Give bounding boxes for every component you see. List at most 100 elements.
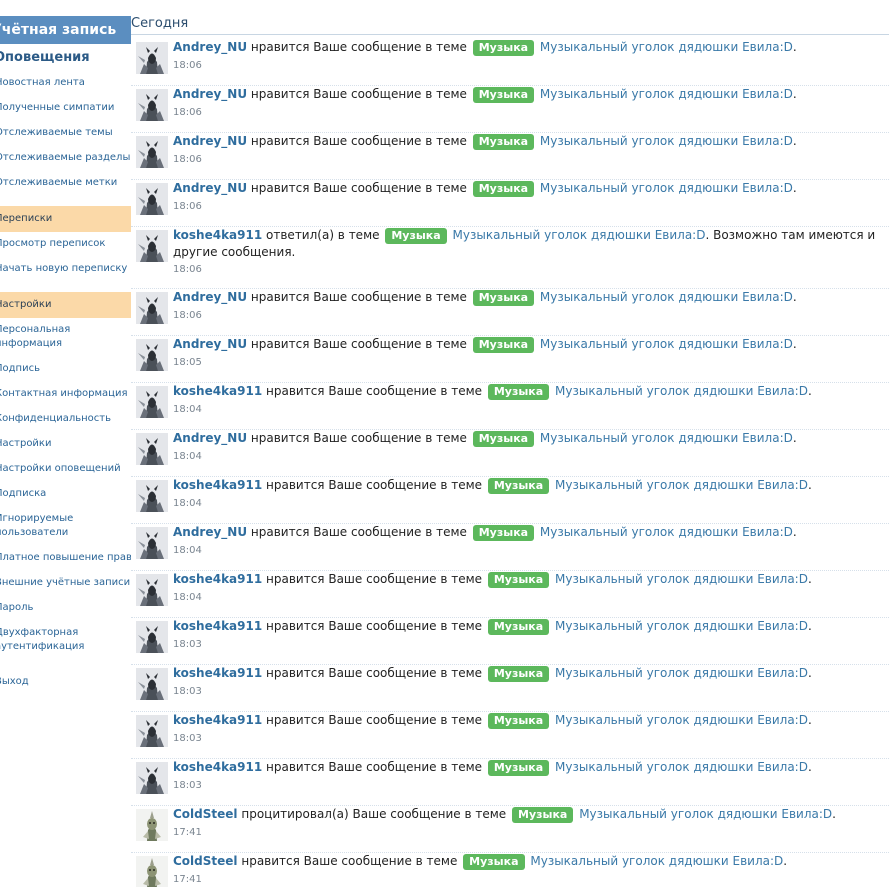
alert-username[interactable]: Andrey_NU [173, 87, 247, 101]
knight-avatar[interactable] [136, 386, 168, 418]
thread-prefix-badge[interactable]: Музыка [463, 854, 525, 870]
sidebar-item-privacy[interactable]: Конфиденциальность [0, 412, 131, 426]
knight-avatar[interactable] [136, 89, 168, 121]
sidebar-item-news-feed[interactable]: Новостная лента [0, 76, 131, 90]
knight-avatar[interactable] [136, 339, 168, 371]
thread-title-link[interactable]: Музыкальный уголок дядюшки Евила:D [530, 854, 783, 868]
sidebar-item-start-conversation[interactable]: Начать новую переписку [0, 262, 131, 276]
thread-title-link[interactable]: Музыкальный уголок дядюшки Евила:D [540, 181, 793, 195]
thread-title-link[interactable]: Музыкальный уголок дядюшки Евила:D [555, 384, 808, 398]
thread-title-link[interactable]: Музыкальный уголок дядюшки Евила:D [453, 228, 706, 242]
alert-username[interactable]: Andrey_NU [173, 181, 247, 195]
sidebar-item-paid-upgrades[interactable]: Платное повышение прав [0, 551, 131, 565]
thread-title-link[interactable]: Музыкальный уголок дядюшки Евила:D [540, 525, 793, 539]
thread-title-link[interactable]: Музыкальный уголок дядюшки Евила:D [555, 572, 808, 586]
sidebar-item-watched-forums[interactable]: Отслеживаемые разделы [0, 151, 131, 165]
alert-text: koshe4ka911 нравится Ваше сообщение в те… [173, 618, 879, 651]
thread-prefix-badge[interactable]: Музыка [487, 384, 550, 400]
knight-avatar[interactable] [136, 480, 168, 512]
alert-username[interactable]: Andrey_NU [173, 525, 247, 539]
thread-prefix-badge[interactable]: Музыка [472, 134, 535, 150]
thread-prefix-badge[interactable]: Музыка [472, 431, 535, 447]
sidebar-item-contact-info[interactable]: Контактная информация [0, 387, 131, 401]
alert-username[interactable]: Andrey_NU [173, 40, 247, 54]
thread-title-link[interactable]: Музыкальный уголок дядюшки Евила:D [540, 290, 793, 304]
thread-title-link[interactable]: Музыкальный уголок дядюшки Евила:D [540, 431, 793, 445]
thread-prefix-badge[interactable]: Музыка [512, 807, 574, 823]
alert-username[interactable]: koshe4ka911 [173, 713, 262, 727]
knight-avatar[interactable] [136, 574, 168, 606]
sidebar-item-subscription[interactable]: Подписка [0, 487, 131, 501]
thread-prefix-badge[interactable]: Музыка [472, 87, 535, 103]
alert-item: Andrey_NU нравится Ваше сообщение в теме… [131, 335, 889, 383]
creature-avatar[interactable] [136, 809, 168, 841]
sidebar-item-signature[interactable]: Подпись [0, 362, 131, 376]
alert-username[interactable]: Andrey_NU [173, 337, 247, 351]
knight-avatar[interactable] [136, 668, 168, 700]
sidebar-item-ignored-users[interactable]: Игнорируемые пользователи [0, 512, 131, 540]
thread-prefix-badge[interactable]: Музыка [385, 228, 447, 244]
knight-avatar[interactable] [136, 762, 168, 794]
knight-avatar[interactable] [136, 230, 168, 262]
alert-username[interactable]: ColdSteel [173, 807, 238, 821]
sidebar-item-two-step[interactable]: Двухфакторная аутентификация [0, 626, 131, 654]
knight-avatar[interactable] [136, 183, 168, 215]
thread-prefix-badge[interactable]: Музыка [487, 760, 550, 776]
thread-title-link[interactable]: Музыкальный уголок дядюшки Евила:D [540, 40, 793, 54]
thread-title-link[interactable]: Музыкальный уголок дядюшки Евила:D [555, 713, 808, 727]
alert-username[interactable]: koshe4ka911 [173, 666, 262, 680]
alert-username[interactable]: ColdSteel [173, 854, 238, 868]
alert-username[interactable]: Andrey_NU [173, 290, 247, 304]
knight-avatar[interactable] [136, 136, 168, 168]
sidebar-item-watched-threads[interactable]: Отслеживаемые темы [0, 126, 131, 140]
alert-username[interactable]: Andrey_NU [173, 134, 247, 148]
alert-username[interactable]: koshe4ka911 [173, 228, 262, 242]
sidebar-item-watched-tags[interactable]: Отслеживаемые метки [0, 176, 131, 190]
knight-avatar[interactable] [136, 292, 168, 324]
thread-prefix-badge[interactable]: Музыка [487, 713, 550, 729]
thread-title-link[interactable]: Музыкальный уголок дядюшки Евила:D [540, 87, 793, 101]
thread-prefix-badge[interactable]: Музыка [487, 572, 550, 588]
alert-username[interactable]: koshe4ka911 [173, 572, 262, 586]
knight-avatar[interactable] [136, 715, 168, 747]
thread-prefix-badge[interactable]: Музыка [472, 337, 535, 353]
thread-prefix-badge[interactable]: Музыка [472, 525, 535, 541]
thread-prefix-badge[interactable]: Музыка [472, 181, 535, 197]
knight-avatar[interactable] [136, 433, 168, 465]
sidebar-item-view-conversations[interactable]: Просмотр переписок [0, 237, 131, 251]
thread-title-link[interactable]: Музыкальный уголок дядюшки Евила:D [555, 619, 808, 633]
sidebar-item-likes-received[interactable]: Полученные симпатии [0, 101, 131, 115]
alert-username[interactable]: koshe4ka911 [173, 478, 262, 492]
sidebar-item-password[interactable]: Пароль [0, 601, 131, 615]
alert-username[interactable]: koshe4ka911 [173, 760, 262, 774]
thread-title-link[interactable]: Музыкальный уголок дядюшки Евила:D [555, 760, 808, 774]
knight-avatar[interactable] [136, 527, 168, 559]
thread-prefix-badge[interactable]: Музыка [472, 290, 535, 306]
alert-item: koshe4ka911 нравится Ваше сообщение в те… [131, 664, 889, 712]
thread-prefix-badge[interactable]: Музыка [487, 478, 550, 494]
alert-time: 18:04 [173, 545, 202, 556]
thread-title-link[interactable]: Музыкальный уголок дядюшки Евила:D [579, 807, 832, 821]
alert-username[interactable]: koshe4ka911 [173, 619, 262, 633]
creature-avatar[interactable] [136, 856, 168, 887]
thread-prefix-badge[interactable]: Музыка [487, 666, 550, 682]
alert-action-text: нравится Ваше сообщение в теме [266, 478, 483, 492]
sidebar-item-preferences[interactable]: Настройки [0, 437, 131, 451]
sidebar-header-settings: Настройки [0, 292, 131, 318]
thread-title-link[interactable]: Музыкальный уголок дядюшки Евила:D [555, 666, 808, 680]
knight-avatar[interactable] [136, 621, 168, 653]
alert-text: koshe4ka911 ответил(а) в теме Музыка Муз… [173, 227, 879, 276]
knight-avatar[interactable] [136, 42, 168, 74]
thread-prefix-badge[interactable]: Музыка [487, 619, 550, 635]
sidebar-item-external-accounts[interactable]: Внешние учётные записи [0, 576, 131, 590]
thread-title-link[interactable]: Музыкальный уголок дядюшки Евила:D [540, 337, 793, 351]
thread-title-link[interactable]: Музыкальный уголок дядюшки Евила:D [540, 134, 793, 148]
alert-username[interactable]: koshe4ka911 [173, 384, 262, 398]
alert-username[interactable]: Andrey_NU [173, 431, 247, 445]
thread-title-link[interactable]: Музыкальный уголок дядюшки Евила:D [555, 478, 808, 492]
sidebar-section-alerts[interactable]: Оповещения [0, 50, 131, 70]
thread-prefix-badge[interactable]: Музыка [472, 40, 535, 56]
sidebar-item-logout[interactable]: Выход [0, 675, 131, 689]
sidebar-item-alert-preferences[interactable]: Настройки оповещений [0, 462, 131, 476]
sidebar-item-personal-info[interactable]: Персональная информация [0, 323, 131, 351]
